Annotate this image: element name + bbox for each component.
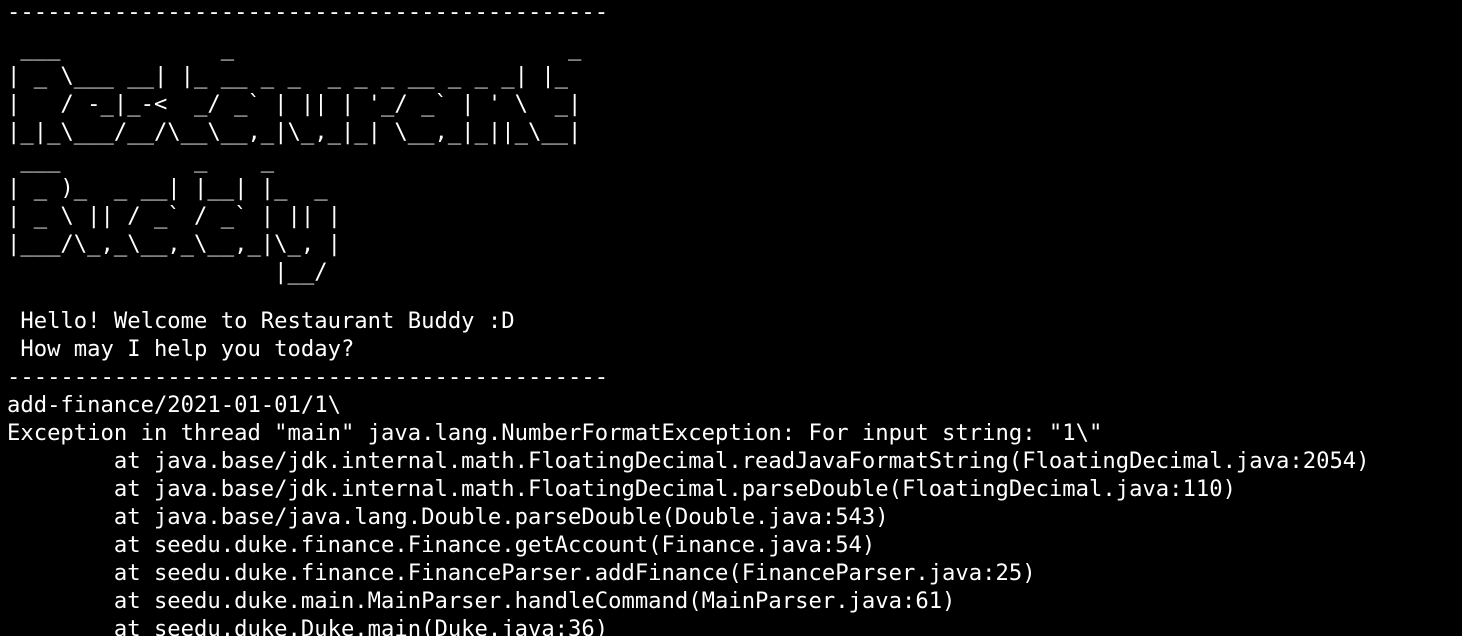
separator-line: ----------------------------------------…	[7, 364, 609, 390]
stack-trace-line: at java.base/jdk.internal.math.FloatingD…	[7, 476, 1236, 502]
exception-message: Exception in thread "main" java.lang.Num…	[7, 420, 1103, 446]
stack-trace-line: at java.base/jdk.internal.math.FloatingD…	[7, 448, 1370, 474]
user-command: add-finance/2021-01-01/1\	[7, 392, 341, 418]
ascii-art-line: | _ \ || / _` / _` | || |	[7, 203, 341, 229]
ascii-art-line: ___ _ _	[7, 35, 582, 61]
ascii-art-line: ___ _ _	[7, 147, 275, 173]
ascii-art-line: |__/	[7, 259, 328, 285]
stack-trace-line: at java.base/java.lang.Double.parseDoubl…	[7, 504, 889, 530]
stack-trace-line: at seedu.duke.finance.FinanceParser.addF…	[7, 560, 1036, 586]
stack-trace-line: at seedu.duke.Duke.main(Duke.java:36)	[7, 616, 609, 636]
ascii-art-line: | / -_|_-< _/ _` | || | '_/ _` | ' \ _|	[7, 91, 582, 117]
welcome-message: Hello! Welcome to Restaurant Buddy :D	[7, 308, 515, 334]
ascii-art-line: | _ )_ _ __| |__| |_ _	[7, 175, 328, 201]
prompt-message: How may I help you today?	[7, 336, 355, 362]
stack-trace-line: at seedu.duke.finance.Finance.getAccount…	[7, 532, 876, 558]
ascii-art-line: |_|_\___/__/\__\__,_|\_,_|_| \__,_|_||_\…	[7, 119, 582, 145]
ascii-art-line: | _ \___ __| |_ __ _ _ _ _ _ __ _ _ _| |…	[7, 63, 569, 89]
terminal-output[interactable]: ----------------------------------------…	[7, 0, 1457, 636]
ascii-art-line: |___/\_,_\__,_\__,_|\_, |	[7, 231, 341, 257]
separator-line: ----------------------------------------…	[7, 0, 609, 25]
stack-trace-line: at seedu.duke.main.MainParser.handleComm…	[7, 588, 956, 614]
